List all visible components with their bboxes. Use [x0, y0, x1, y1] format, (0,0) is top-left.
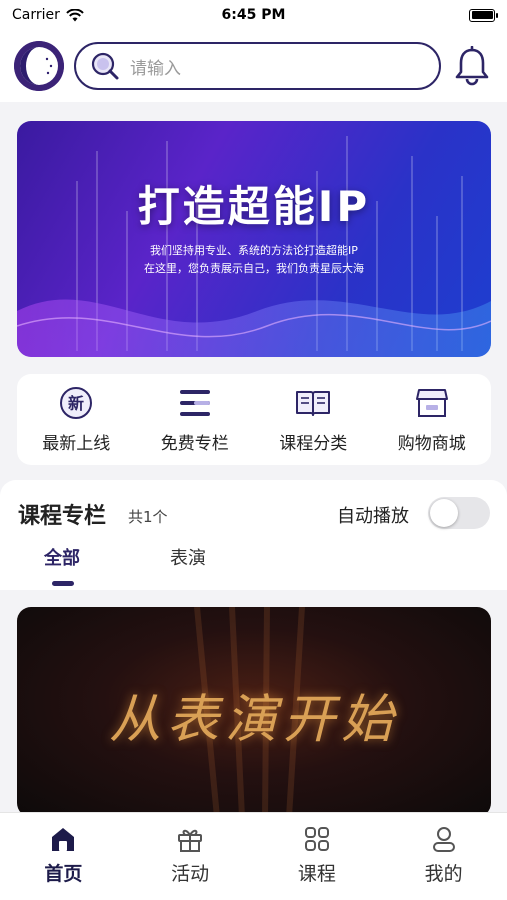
status-bar: Carrier 6:45 PM	[0, 0, 507, 30]
quick-label-new: 最新上线	[42, 434, 111, 454]
svg-text:新: 新	[68, 394, 84, 413]
quick-item-store[interactable]: 购物商城	[377, 385, 487, 454]
app-logo[interactable]	[14, 41, 64, 91]
quick-item-category[interactable]: 课程分类	[258, 385, 368, 454]
tab-mine[interactable]: 我的	[389, 813, 499, 900]
tab-performance[interactable]: 表演	[170, 544, 206, 570]
grid-icon	[304, 827, 329, 851]
tab-all[interactable]: 全部	[44, 544, 80, 570]
banner-subtitle-2: 在这里，您负责展示自己，我们负责星辰大海	[144, 262, 364, 275]
quick-label-category: 课程分类	[279, 434, 348, 454]
wifi-icon	[66, 8, 84, 21]
gift-icon	[178, 829, 203, 852]
active-tab-indicator	[52, 581, 74, 586]
carrier-label: Carrier	[12, 7, 60, 23]
quick-label-free: 免费专栏	[160, 434, 229, 454]
search-bar[interactable]: 请输入	[74, 42, 441, 90]
banner-decoration	[17, 136, 491, 357]
course-count: 共1个	[128, 508, 168, 526]
battery-icon	[469, 8, 498, 22]
quick-label-store: 购物商城	[397, 434, 466, 454]
book-icon	[295, 385, 331, 421]
course-video-card[interactable]: 从表演开始	[17, 607, 491, 817]
bell-icon	[455, 46, 489, 86]
autoplay-toggle[interactable]	[428, 497, 490, 529]
home-icon	[52, 828, 75, 851]
tab-courses[interactable]: 课程	[262, 813, 372, 900]
list-icon	[177, 385, 213, 421]
quick-menu: 新 最新上线 免费专栏 课程分类 购物商城	[17, 374, 491, 465]
promo-banner[interactable]: 打造超能IP 我们坚持用专业、系统的方法论打造超能IP 在这里，您负责展示自己，…	[17, 121, 491, 357]
tab-home[interactable]: 首页	[8, 813, 118, 900]
toggle-knob	[430, 499, 458, 527]
course-section: 课程专栏 共1个 自动播放 全部 表演	[0, 480, 507, 590]
tab-activity-label: 活动	[171, 863, 210, 885]
user-icon	[432, 827, 455, 852]
bottom-tab-bar: 首页 活动 课程 我的	[0, 812, 507, 900]
quick-item-new[interactable]: 新 最新上线	[21, 385, 131, 454]
quick-item-free[interactable]: 免费专栏	[140, 385, 250, 454]
header: 请输入	[0, 30, 507, 102]
status-left: Carrier	[12, 7, 84, 23]
search-icon	[91, 52, 119, 80]
tab-home-label: 首页	[44, 863, 83, 885]
section-title: 课程专栏	[18, 504, 107, 529]
video-title: 从表演开始	[108, 690, 399, 750]
banner-subtitle-1: 我们坚持用专业、系统的方法论打造超能IP	[150, 244, 358, 257]
new-badge-icon: 新	[58, 385, 94, 421]
banner-title: 打造超能IP	[137, 182, 371, 231]
notification-button[interactable]	[451, 44, 493, 88]
tab-mine-label: 我的	[424, 863, 463, 885]
tab-courses-label: 课程	[297, 863, 336, 885]
search-input[interactable]: 请输入	[130, 54, 181, 79]
store-icon	[414, 385, 450, 421]
autoplay-label: 自动播放	[337, 506, 409, 527]
tab-activity[interactable]: 活动	[135, 813, 245, 900]
